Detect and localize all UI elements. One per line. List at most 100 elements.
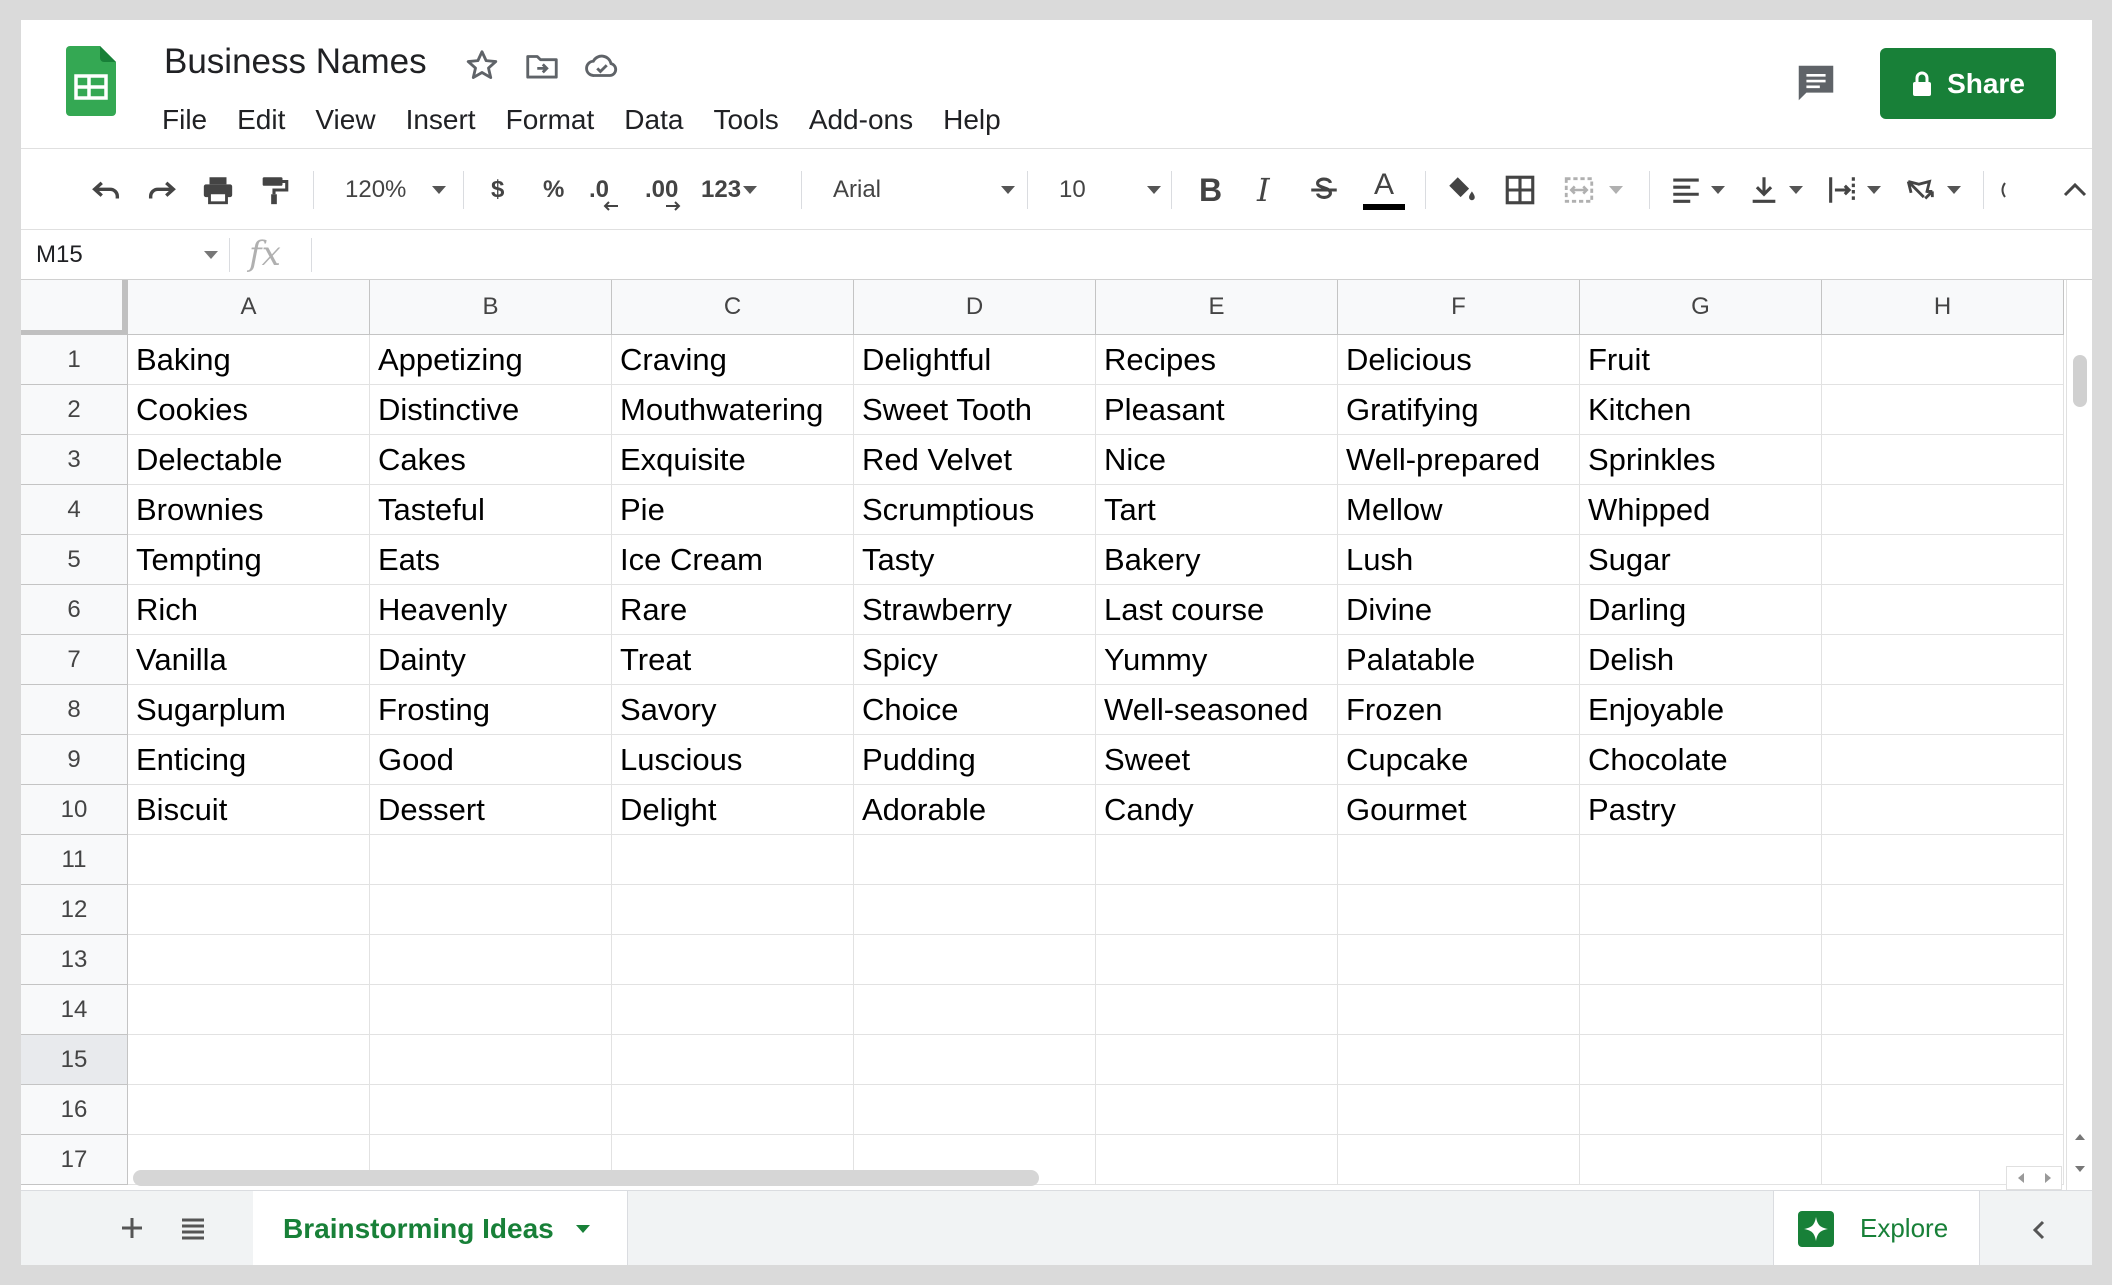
row-header-12[interactable]: 12 (21, 885, 128, 935)
redo-button[interactable] (145, 149, 179, 231)
paint-format-button[interactable] (257, 149, 291, 231)
bold-button[interactable]: B (1199, 149, 1222, 231)
cell-c11[interactable] (612, 835, 854, 885)
print-button[interactable] (201, 149, 235, 231)
cell-a1[interactable]: Baking (128, 335, 370, 385)
cell-c7[interactable]: Treat (612, 635, 854, 685)
cell-e11[interactable] (1096, 835, 1338, 885)
cell-b15[interactable] (370, 1035, 612, 1085)
cell-b16[interactable] (370, 1085, 612, 1135)
cell-g1[interactable]: Fruit (1580, 335, 1822, 385)
cell-g11[interactable] (1580, 835, 1822, 885)
decrease-decimal-button[interactable]: .0 (589, 149, 618, 231)
cell-a9[interactable]: Enticing (128, 735, 370, 785)
cell-e5[interactable]: Bakery (1096, 535, 1338, 585)
select-all-corner[interactable] (21, 280, 128, 335)
cell-g9[interactable]: Chocolate (1580, 735, 1822, 785)
cell-d6[interactable]: Strawberry (854, 585, 1096, 635)
row-header-15[interactable]: 15 (21, 1035, 128, 1085)
cell-h1[interactable] (1822, 335, 2064, 385)
cell-f7[interactable]: Palatable (1338, 635, 1580, 685)
scroll-left-icon[interactable] (2016, 1172, 2026, 1184)
borders-button[interactable] (1503, 149, 1537, 231)
row-header-13[interactable]: 13 (21, 935, 128, 985)
row-header-9[interactable]: 9 (21, 735, 128, 785)
column-header-e[interactable]: E (1096, 280, 1338, 335)
cell-a11[interactable] (128, 835, 370, 885)
cell-c16[interactable] (612, 1085, 854, 1135)
formula-input[interactable] (321, 230, 2081, 280)
collapse-menus-button[interactable] (2061, 149, 2089, 231)
sheets-logo-icon[interactable] (66, 46, 116, 116)
cell-e9[interactable]: Sweet (1096, 735, 1338, 785)
row-header-17[interactable]: 17 (21, 1135, 128, 1185)
cell-a16[interactable] (128, 1085, 370, 1135)
cell-h16[interactable] (1822, 1085, 2064, 1135)
cell-c5[interactable]: Ice Cream (612, 535, 854, 585)
cell-g6[interactable]: Darling (1580, 585, 1822, 635)
cell-b14[interactable] (370, 985, 612, 1035)
cell-c15[interactable] (612, 1035, 854, 1085)
cell-c12[interactable] (612, 885, 854, 935)
share-button[interactable]: Share (1880, 48, 2056, 119)
cell-f12[interactable] (1338, 885, 1580, 935)
cell-a5[interactable]: Tempting (128, 535, 370, 585)
cell-f3[interactable]: Well-prepared (1338, 435, 1580, 485)
cell-e3[interactable]: Nice (1096, 435, 1338, 485)
vertical-scroll-thumb[interactable] (2073, 355, 2087, 407)
cell-d14[interactable] (854, 985, 1096, 1035)
cell-a6[interactable]: Rich (128, 585, 370, 635)
menu-view[interactable]: View (315, 104, 375, 136)
cell-h9[interactable] (1822, 735, 2064, 785)
cell-f9[interactable]: Cupcake (1338, 735, 1580, 785)
cell-d1[interactable]: Delightful (854, 335, 1096, 385)
scroll-up-icon[interactable] (2074, 1132, 2086, 1142)
row-header-8[interactable]: 8 (21, 685, 128, 735)
cell-h6[interactable] (1822, 585, 2064, 635)
cell-c1[interactable]: Craving (612, 335, 854, 385)
cell-b13[interactable] (370, 935, 612, 985)
explore-button[interactable]: Explore (1773, 1191, 1980, 1265)
increase-decimal-button[interactable]: .00 (645, 149, 681, 231)
cell-a3[interactable]: Delectable (128, 435, 370, 485)
menu-help[interactable]: Help (943, 104, 1001, 136)
cell-h8[interactable] (1822, 685, 2064, 735)
cell-h13[interactable] (1822, 935, 2064, 985)
cell-h4[interactable] (1822, 485, 2064, 535)
cell-f8[interactable]: Frozen (1338, 685, 1580, 735)
column-header-g[interactable]: G (1580, 280, 1822, 335)
add-sheet-icon[interactable] (119, 1215, 145, 1241)
currency-format-button[interactable]: $ (491, 149, 504, 231)
cell-c9[interactable]: Luscious (612, 735, 854, 785)
fill-color-button[interactable] (1445, 149, 1479, 231)
menu-add-ons[interactable]: Add-ons (809, 104, 913, 136)
column-header-c[interactable]: C (612, 280, 854, 335)
horizontal-align-button[interactable] (1669, 149, 1725, 231)
caret-down-icon[interactable] (204, 251, 218, 259)
cell-g7[interactable]: Delish (1580, 635, 1822, 685)
cell-e7[interactable]: Yummy (1096, 635, 1338, 685)
cell-b3[interactable]: Cakes (370, 435, 612, 485)
cell-g14[interactable] (1580, 985, 1822, 1035)
cell-g3[interactable]: Sprinkles (1580, 435, 1822, 485)
cell-e16[interactable] (1096, 1085, 1338, 1135)
cell-d12[interactable] (854, 885, 1096, 935)
font-size-select[interactable]: 10 (1059, 149, 1161, 231)
text-color-button[interactable]: A (1363, 149, 1405, 231)
font-family-select[interactable]: Arial (833, 149, 1015, 231)
cloud-saved-icon[interactable] (583, 47, 621, 85)
row-header-11[interactable]: 11 (21, 835, 128, 885)
comment-icon[interactable] (1793, 60, 1839, 106)
row-header-5[interactable]: 5 (21, 535, 128, 585)
cell-b11[interactable] (370, 835, 612, 885)
cell-g17[interactable] (1580, 1135, 1822, 1185)
cell-a2[interactable]: Cookies (128, 385, 370, 435)
cell-g13[interactable] (1580, 935, 1822, 985)
cell-f16[interactable] (1338, 1085, 1580, 1135)
menu-tools[interactable]: Tools (713, 104, 778, 136)
cell-a13[interactable] (128, 935, 370, 985)
cell-h7[interactable] (1822, 635, 2064, 685)
zoom-select[interactable]: 120% (345, 149, 447, 231)
percent-format-button[interactable]: % (543, 149, 564, 231)
column-header-a[interactable]: A (128, 280, 370, 335)
